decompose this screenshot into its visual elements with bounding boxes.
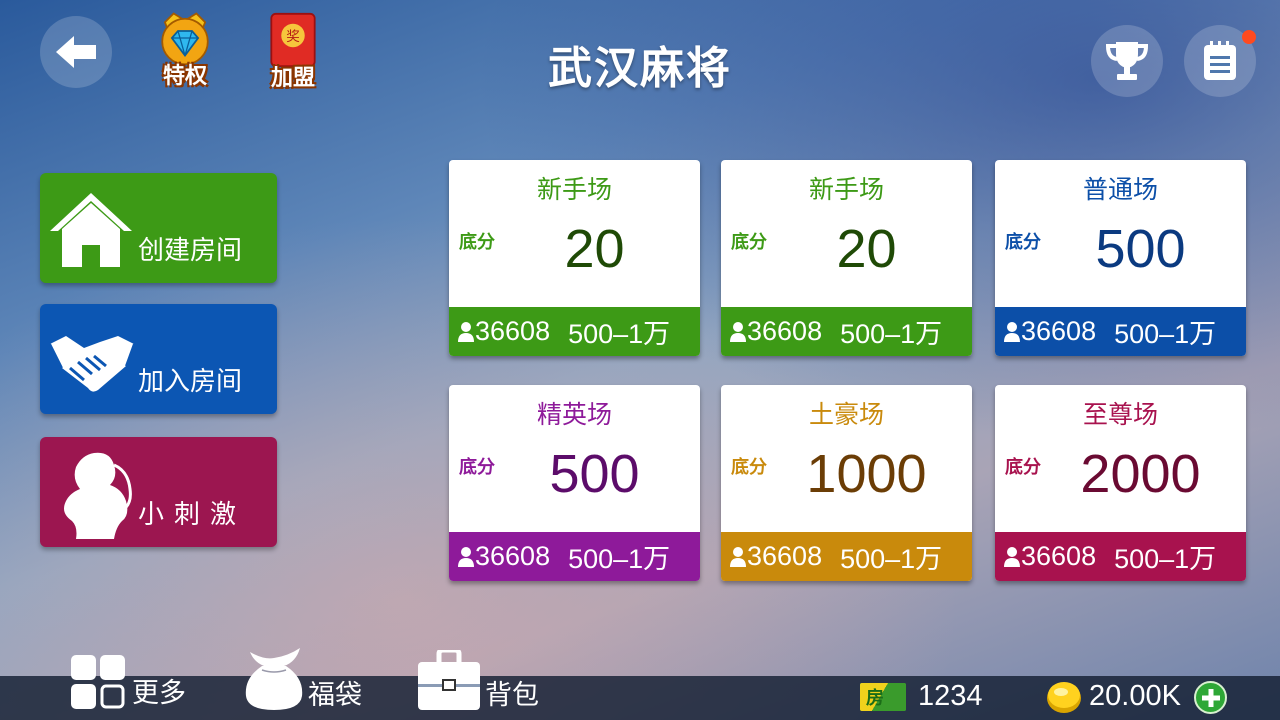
backpack-label: 背包 [485, 680, 539, 711]
person-icon [458, 546, 474, 567]
gold-coin-icon [1047, 682, 1081, 713]
gold-range: 500–1万 [1114, 319, 1217, 349]
lucky-bag-icon [245, 648, 303, 710]
plus-icon [1201, 688, 1220, 707]
grid-icon [71, 655, 125, 709]
room-card-5[interactable]: 土豪场 底分 1000 36608 500–1万 [721, 385, 972, 581]
house-icon [50, 193, 132, 267]
room-name: 至尊场 [1082, 400, 1158, 429]
create-room-button[interactable]: 创建房间 [40, 173, 277, 283]
room-footer: 36608 500–1万 [449, 307, 700, 356]
room-name: 精英场 [536, 400, 612, 429]
room-card-1[interactable]: 新手场 底分 20 36608 500–1万 [449, 160, 700, 356]
leaderboard-button[interactable] [1091, 25, 1163, 97]
gold-count: 20.00K [1089, 680, 1181, 712]
privilege-button[interactable]: 特权 [150, 10, 220, 90]
room-card-label: 房 [866, 688, 884, 709]
room-card-4[interactable]: 精英场 底分 500 36608 500–1万 [449, 385, 700, 581]
backpack-button[interactable]: 背包 [417, 650, 539, 712]
person-icon [730, 321, 746, 342]
gold-range: 500–1万 [1114, 544, 1217, 574]
more-label: 更多 [132, 678, 186, 709]
more-button[interactable]: 更多 [70, 654, 186, 710]
join-room-button[interactable]: 加入房间 [40, 304, 277, 414]
player-count: 36608 [475, 316, 551, 346]
base-score-value: 2000 [1080, 444, 1201, 504]
back-arrow-icon [56, 36, 96, 68]
join-room-label: 加入房间 [138, 367, 243, 397]
gold-range: 500–1万 [840, 544, 943, 574]
lucky-bag-button[interactable]: 福袋 [238, 648, 362, 712]
join-alliance-label: 加盟 [270, 66, 315, 91]
person-icon [1004, 546, 1020, 567]
join-alliance-button[interactable]: 奖 加盟 [258, 12, 328, 92]
room-card-icon: 房 [860, 683, 906, 711]
person-icon [730, 546, 746, 567]
person-icon [1004, 321, 1020, 342]
privilege-label: 特权 [162, 64, 207, 89]
player-count: 36608 [1021, 316, 1097, 346]
base-score-value: 1000 [806, 444, 927, 504]
room-name: 新手场 [808, 175, 884, 204]
room-card-3[interactable]: 普通场 底分 500 36608 500–1万 [995, 160, 1246, 356]
page-title: 武汉麻将 [548, 43, 732, 94]
back-button[interactable] [40, 16, 112, 88]
trophy-icon [1105, 42, 1149, 80]
gold-range: 500–1万 [568, 544, 671, 574]
player-count: 36608 [747, 316, 823, 346]
gold-range: 500–1万 [840, 319, 943, 349]
briefcase-icon [418, 650, 480, 710]
notification-dot [1242, 30, 1256, 44]
woman-silhouette-icon [64, 452, 132, 539]
add-gold-button[interactable] [1194, 681, 1227, 714]
player-count: 36608 [1021, 541, 1097, 571]
player-count: 36608 [747, 541, 823, 571]
room-footer: 36608 500–1万 [449, 532, 700, 581]
room-card-count: 1234 [918, 680, 983, 712]
base-score-value: 20 [564, 219, 625, 279]
create-room-label: 创建房间 [138, 236, 243, 266]
gold-range: 500–1万 [568, 319, 671, 349]
room-footer: 36608 500–1万 [721, 532, 972, 581]
person-icon [458, 321, 474, 342]
thrill-mode-button[interactable]: 小刺激 [40, 437, 277, 547]
thrill-mode-label: 小刺激 [138, 500, 247, 530]
lucky-bag-label: 福袋 [308, 680, 362, 711]
room-footer: 36608 500–1万 [995, 532, 1246, 581]
room-name: 普通场 [1082, 175, 1158, 204]
room-card-6[interactable]: 至尊场 底分 2000 36608 500–1万 [995, 385, 1246, 581]
room-footer: 36608 500–1万 [995, 307, 1246, 356]
room-footer: 36608 500–1万 [721, 307, 972, 356]
notepad-icon [1204, 41, 1236, 80]
room-name: 土豪场 [808, 400, 884, 429]
base-score-value: 500 [1095, 219, 1186, 279]
bottom-bar [0, 676, 1280, 720]
room-card-2[interactable]: 新手场 底分 20 36608 500–1万 [721, 160, 972, 356]
envelope-badge: 奖 [286, 28, 300, 45]
player-count: 36608 [475, 541, 551, 571]
room-name: 新手场 [536, 175, 612, 204]
base-score-value: 500 [549, 444, 640, 504]
handshake-icon [49, 336, 135, 392]
base-score-value: 20 [836, 219, 897, 279]
